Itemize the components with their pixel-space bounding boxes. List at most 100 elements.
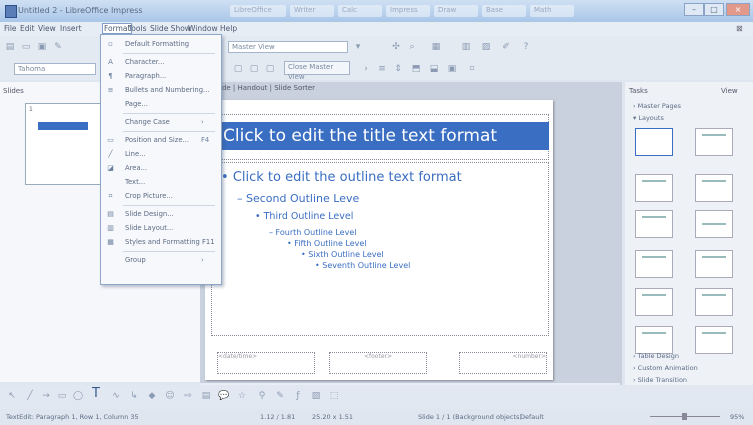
- callout-icon[interactable]: 💬: [218, 391, 230, 401]
- number-placeholder[interactable]: <number>: [459, 352, 547, 374]
- layout-centered[interactable]: [695, 210, 733, 238]
- new-icon[interactable]: ▤: [4, 42, 16, 52]
- taskbar-tab-6[interactable]: Base: [482, 5, 526, 17]
- layout-title-only[interactable]: [635, 210, 673, 238]
- edit-icon[interactable]: ✎: [52, 42, 64, 52]
- open-icon[interactable]: ▭: [20, 42, 32, 52]
- layout-title-content[interactable]: [695, 128, 733, 156]
- tasks-view-menu[interactable]: View: [721, 87, 738, 95]
- layout-two-content[interactable]: [695, 174, 733, 202]
- line-tool-icon[interactable]: ╱: [24, 391, 36, 401]
- slide-transition-section[interactable]: › Slide Transition: [633, 376, 687, 384]
- menu-edit[interactable]: Edit: [20, 24, 35, 33]
- layout-vertical-two[interactable]: [695, 288, 733, 316]
- slide-thumbnail[interactable]: 1: [25, 103, 102, 185]
- master-pages-section[interactable]: › Master Pages: [633, 102, 681, 110]
- taskbar-tab-5[interactable]: Draw: [434, 5, 478, 17]
- footer-placeholder[interactable]: <footer>: [329, 352, 427, 374]
- basic-shapes-icon[interactable]: ◆: [146, 391, 158, 401]
- layout-four[interactable]: [635, 250, 673, 278]
- bring-front-icon[interactable]: ⬒: [410, 64, 422, 74]
- close-master-view-button[interactable]: Close Master View: [284, 61, 350, 81]
- flowchart-icon[interactable]: ▤: [200, 391, 212, 401]
- layout-extra-2[interactable]: [695, 326, 733, 354]
- layout-six[interactable]: [695, 250, 733, 278]
- format-menu-item[interactable]: ▭ Position and Size... F4: [101, 134, 219, 147]
- taskbar-tab-4[interactable]: Impress: [386, 5, 430, 17]
- menu-insert[interactable]: Insert: [60, 24, 82, 33]
- layout-blank[interactable]: [635, 128, 673, 156]
- master-view-select[interactable]: Master View: [228, 41, 348, 53]
- points-icon[interactable]: ⚲: [256, 391, 268, 401]
- format-menu-item[interactable]: ▦ Styles and Formatting F11: [101, 236, 219, 249]
- format-menu-item[interactable]: ▫ Default Formatting: [101, 38, 219, 51]
- draw-icon[interactable]: ✐: [500, 42, 512, 52]
- taskbar-tab-1[interactable]: LibreOffice: [230, 5, 286, 17]
- image-icon[interactable]: ▨: [480, 42, 492, 52]
- block-arrows-icon[interactable]: ⇨: [182, 391, 194, 401]
- format-menu-item[interactable]: Text...: [101, 176, 219, 189]
- master-delete-icon[interactable]: ▢: [264, 64, 276, 74]
- outline-level-7[interactable]: • Seventh Outline Level: [315, 261, 410, 270]
- taskbar-tab-2[interactable]: Writer: [290, 5, 334, 17]
- menu-window[interactable]: Window: [188, 24, 218, 33]
- group-icon[interactable]: ▣: [446, 64, 458, 74]
- chevron-down-icon[interactable]: ▾: [352, 42, 364, 52]
- menu-help[interactable]: Help: [220, 24, 237, 33]
- close-button[interactable]: ×: [726, 3, 750, 16]
- send-back-icon[interactable]: ⬓: [428, 64, 440, 74]
- menu-tools[interactable]: Tools: [128, 24, 146, 33]
- format-menu-item[interactable]: ◪ Area...: [101, 162, 219, 175]
- distribute-icon[interactable]: ⇕: [392, 64, 404, 74]
- format-menu-item[interactable]: ▥ Slide Layout...: [101, 222, 219, 235]
- taskbar-tab-7[interactable]: Math: [530, 5, 574, 17]
- outline-level-2[interactable]: – Second Outline Leve: [237, 192, 359, 205]
- outline-level-6[interactable]: • Sixth Outline Level: [301, 250, 384, 259]
- menu-file[interactable]: File: [4, 24, 17, 33]
- master-rename-icon[interactable]: ▢: [248, 64, 260, 74]
- outline-level-4[interactable]: – Fourth Outline Level: [269, 228, 356, 237]
- format-menu-item[interactable]: Group ›: [101, 254, 219, 267]
- format-menu-item[interactable]: ⌗ Crop Picture...: [101, 190, 219, 203]
- layout-title[interactable]: [635, 174, 673, 202]
- select-icon[interactable]: ↖: [6, 391, 18, 401]
- minimize-button[interactable]: –: [684, 3, 704, 16]
- fontwork-icon[interactable]: ƒ: [292, 391, 304, 401]
- format-menu-item[interactable]: Page...: [101, 98, 219, 111]
- rectangle-icon[interactable]: ▭: [56, 391, 68, 401]
- maximize-button[interactable]: □: [704, 3, 724, 16]
- text-tool-icon[interactable]: T: [90, 387, 102, 400]
- chart-icon[interactable]: ▥: [460, 42, 472, 52]
- custom-animation-section[interactable]: › Custom Animation: [633, 364, 698, 372]
- format-menu-item[interactable]: ▤ Slide Design...: [101, 208, 219, 221]
- glue-icon[interactable]: ✎: [274, 391, 286, 401]
- help-icon[interactable]: ?: [520, 42, 532, 52]
- symbol-shapes-icon[interactable]: ☺: [164, 391, 176, 401]
- table-icon[interactable]: ▦: [430, 42, 442, 52]
- taskbar-tab-3[interactable]: Calc: [338, 5, 382, 17]
- date-placeholder[interactable]: <date/time>: [217, 352, 315, 374]
- outline-level-1[interactable]: • Click to edit the outline text format: [221, 170, 462, 185]
- from-file-icon[interactable]: ▨: [310, 391, 322, 401]
- format-menu-item[interactable]: Change Case ›: [101, 116, 219, 129]
- master-new-icon[interactable]: ▢: [232, 64, 244, 74]
- close-document-icon[interactable]: ⊠: [736, 24, 743, 33]
- extrusion-icon[interactable]: ⬚: [328, 391, 340, 401]
- crop-tool-icon[interactable]: ⌗: [466, 64, 478, 74]
- status-zoom[interactable]: 95%: [730, 413, 744, 421]
- layouts-section[interactable]: ▾ Layouts: [633, 114, 664, 122]
- layout-extra-1[interactable]: [635, 326, 673, 354]
- outline-level-5[interactable]: • Fifth Outline Level: [287, 239, 367, 248]
- connector-icon[interactable]: ↳: [128, 391, 140, 401]
- menu-slide-show[interactable]: Slide Show: [150, 24, 191, 33]
- zoom-slider-thumb[interactable]: [682, 413, 687, 420]
- curve-icon[interactable]: ∿: [110, 391, 122, 401]
- format-menu-item[interactable]: ≡ Bullets and Numbering...: [101, 84, 219, 97]
- title-placeholder[interactable]: Click to edit the title text format: [219, 122, 549, 150]
- zoom-icon[interactable]: ⌕: [406, 42, 418, 52]
- navigator-icon[interactable]: ✣: [390, 42, 402, 52]
- format-menu-item[interactable]: ¶ Paragraph...: [101, 70, 219, 83]
- table-design-section[interactable]: › Table Design: [633, 352, 679, 360]
- save-icon[interactable]: ▣: [36, 42, 48, 52]
- layout-vertical[interactable]: [635, 288, 673, 316]
